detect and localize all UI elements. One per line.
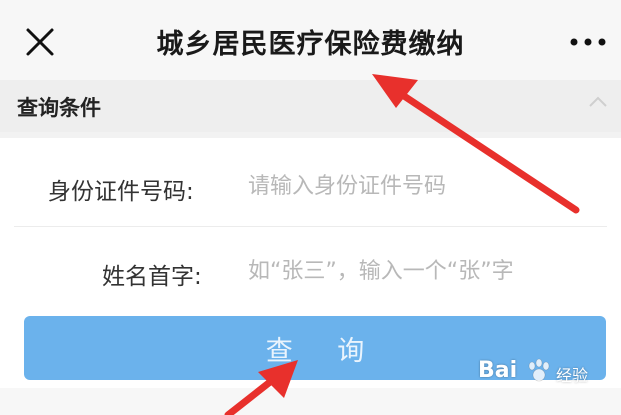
section-header: 查询条件 [0, 80, 621, 132]
bottom-strip [0, 388, 621, 415]
id-number-label: 身份证件号码: [48, 179, 194, 205]
name-initial-label: 姓名首字: [102, 264, 202, 290]
watermark-brand: Bai [478, 358, 518, 383]
row-divider [14, 226, 607, 227]
name-initial-input[interactable] [248, 253, 598, 289]
section-title: 查询条件 [17, 96, 101, 120]
watermark-suffix: 经验 [556, 366, 589, 385]
more-icon[interactable] [566, 30, 610, 54]
chevron-up-icon[interactable] [586, 92, 610, 112]
id-number-input[interactable] [248, 168, 588, 204]
page-title: 城乡居民医疗保险费缴纳 [156, 29, 465, 60]
page: 城乡居民医疗保险费缴纳 查询条件 身份证件号码: 姓名首字: 查 询 [0, 0, 621, 415]
